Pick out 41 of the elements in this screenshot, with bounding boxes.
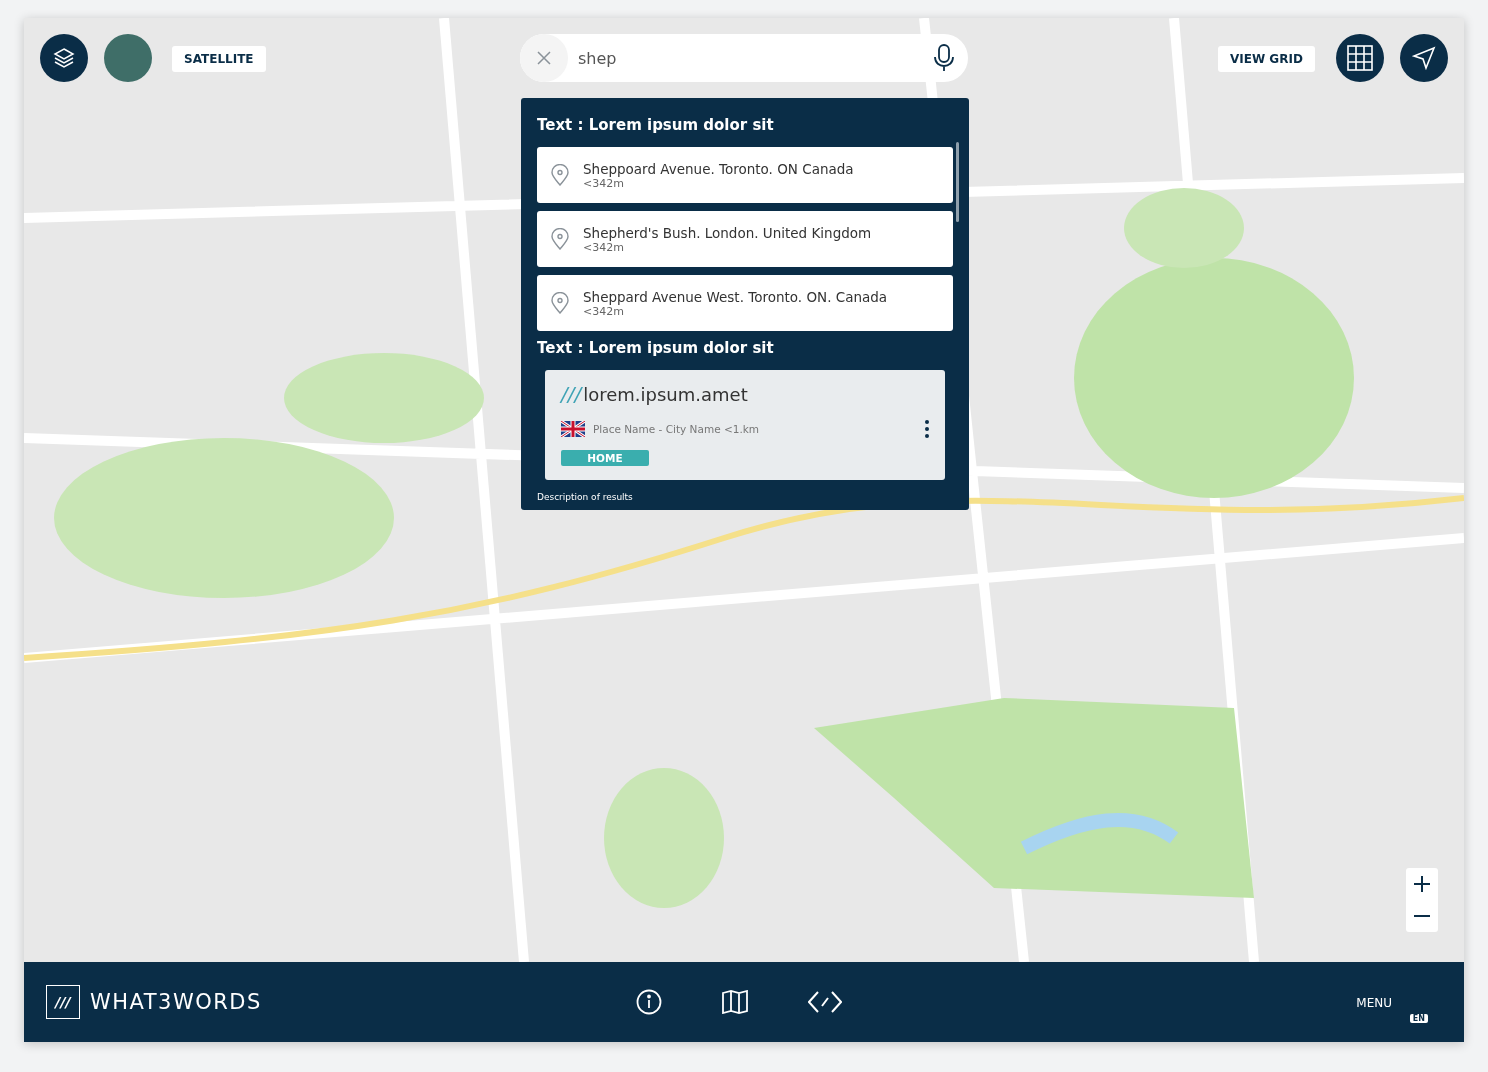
suggestion-title: Sheppoard Avenue. Toronto. ON Canada (583, 160, 854, 177)
suggestion-distance: <342m (583, 240, 624, 254)
home-tag: HOME (561, 450, 649, 466)
minus-icon (1414, 915, 1430, 917)
address-card[interactable]: ///lorem.ipsum.amet Place Name - City Name <1.km HOME (545, 370, 945, 480)
search-input[interactable]: shep (576, 47, 934, 69)
slashes-mark: /// (561, 382, 582, 406)
location-pin-icon (551, 164, 569, 186)
satellite-button[interactable]: SATELLITE (172, 46, 266, 72)
navigation-arrow-icon (1412, 46, 1436, 70)
suggestion-item[interactable]: Shepherd's Bush. London. United Kingdom <342m (537, 211, 953, 267)
grid-icon (1347, 45, 1373, 71)
results-description: Description of results (537, 492, 634, 502)
plus-icon (1414, 876, 1430, 892)
info-icon[interactable] (636, 989, 662, 1015)
suggestion-item[interactable]: Sheppoard Avenue. Toronto. ON Canada <342m (537, 147, 953, 203)
brand-name: WHAT3WORDS (90, 990, 262, 1014)
view-grid-button[interactable]: VIEW GRID (1218, 46, 1315, 72)
suggestion-title: Shepherd's Bush. London. United Kingdom (583, 224, 872, 241)
suggestion-title: Sheppard Avenue West. Toronto. ON. Canada (583, 288, 888, 305)
section-heading: Text : Lorem ipsum dolor sit (537, 339, 775, 357)
three-word-address: lorem.ipsum.amet (583, 384, 748, 405)
close-icon (536, 50, 552, 66)
suggestion-distance: <342m (583, 304, 624, 318)
section-heading: Text : Lorem ipsum dolor sit (537, 116, 775, 134)
language-badge[interactable]: EN (1409, 1013, 1428, 1023)
scrollbar[interactable] (956, 142, 959, 222)
suggestion-item[interactable]: Sheppard Avenue West. Toronto. ON. Canada <342m (537, 275, 953, 331)
microphone-icon[interactable] (934, 44, 954, 72)
code-icon[interactable] (808, 990, 842, 1014)
location-pin-icon (551, 228, 569, 250)
menu-button[interactable]: MENU (1356, 995, 1392, 1010)
layers-icon (52, 46, 76, 70)
uk-flag-icon (561, 421, 585, 437)
location-pin-icon (551, 292, 569, 314)
map-icon[interactable] (722, 990, 748, 1014)
suggestion-distance: <342m (583, 176, 624, 190)
more-options-icon[interactable] (925, 420, 929, 438)
search-field[interactable]: shep (520, 34, 968, 82)
logo-mark[interactable]: /// (46, 985, 80, 1019)
place-name: Place Name - City Name <1.km (593, 423, 761, 435)
